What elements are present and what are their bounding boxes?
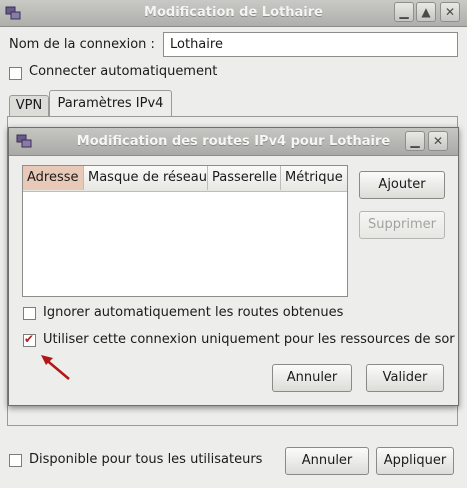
routes-dialog-titlebar[interactable]: Modification des routes IPv4 pour Lothai…	[9, 128, 458, 156]
available-all-users-label: Disponible pour tous les utilisateurs	[29, 452, 263, 467]
connection-name-value: Lothaire	[170, 37, 223, 52]
apply-label: Appliquer	[383, 453, 447, 468]
routes-dialog: Modification des routes IPv4 pour Lothai…	[8, 127, 459, 406]
connection-name-label: Nom de la connexion :	[9, 37, 155, 52]
tab-vpn-label: VPN	[15, 98, 43, 113]
delete-route-button[interactable]: Supprimer	[359, 211, 445, 239]
delete-route-label: Supprimer	[368, 217, 436, 232]
column-header-netmask[interactable]: Masque de réseau	[84, 166, 208, 190]
routes-table[interactable]: Adresse Masque de réseau Passerelle Métr…	[22, 165, 348, 297]
available-all-users-checkbox[interactable]	[9, 454, 22, 467]
minimize-icon[interactable]: ▁	[394, 2, 414, 22]
use-only-for-resources-label: Utiliser cette connexion uniquement pour…	[43, 332, 455, 347]
validate-button[interactable]: Valider	[366, 364, 444, 392]
minimize-icon[interactable]: ▁	[405, 131, 425, 151]
auto-connect-label: Connecter automatiquement	[29, 64, 218, 79]
apply-button[interactable]: Appliquer	[376, 447, 454, 475]
tab-ipv4-label: Paramètres IPv4	[57, 96, 164, 111]
main-cancel-button[interactable]: Annuler	[285, 447, 369, 475]
connection-name-field[interactable]: Lothaire	[163, 32, 458, 57]
annotation-arrow-icon	[41, 355, 70, 380]
column-header-gateway[interactable]: Passerelle	[208, 166, 281, 190]
dialog-cancel-label: Annuler	[286, 370, 338, 385]
column-header-metric[interactable]: Métrique	[281, 166, 347, 190]
close-icon[interactable]: ✕	[440, 2, 460, 22]
main-cancel-label: Annuler	[301, 453, 353, 468]
routes-table-header: Adresse Masque de réseau Passerelle Métr…	[23, 166, 347, 192]
add-route-button[interactable]: Ajouter	[359, 171, 445, 199]
main-window: Modification de Lothaire ▁ ▲ ✕ Nom de la…	[0, 0, 467, 488]
use-only-for-resources-checkbox[interactable]	[23, 332, 36, 347]
dialog-cancel-button[interactable]: Annuler	[272, 364, 352, 392]
tab-vpn[interactable]: VPN	[9, 95, 49, 117]
ignore-routes-label: Ignorer automatiquement les routes obten…	[43, 305, 344, 320]
ignore-routes-checkbox[interactable]	[23, 307, 36, 320]
column-header-address[interactable]: Adresse	[23, 166, 84, 190]
add-route-label: Ajouter	[378, 177, 426, 192]
main-titlebar[interactable]: Modification de Lothaire ▁ ▲ ✕	[0, 0, 467, 27]
auto-connect-checkbox[interactable]	[9, 67, 22, 80]
maximize-icon[interactable]: ▲	[416, 2, 436, 22]
validate-label: Valider	[382, 370, 428, 385]
close-icon[interactable]: ✕	[428, 131, 448, 151]
routes-dialog-title: Modification des routes IPv4 pour Lothai…	[76, 134, 391, 149]
tab-ipv4-settings[interactable]: Paramètres IPv4	[49, 90, 172, 117]
